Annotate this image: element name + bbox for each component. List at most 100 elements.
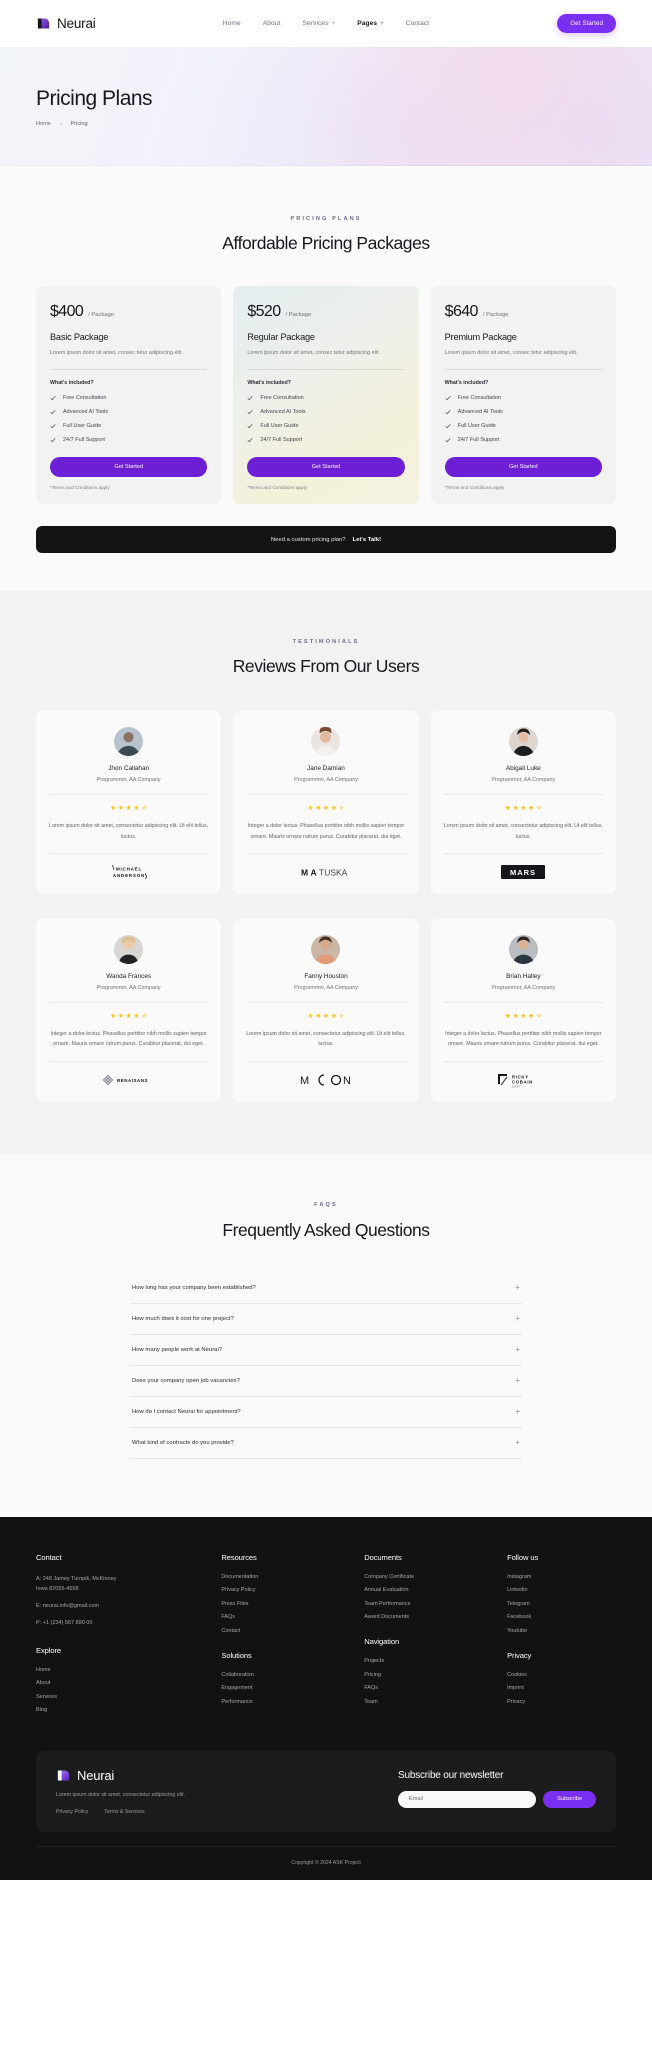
footer-link-privacy-policy[interactable]: Privacy Policy bbox=[221, 1587, 354, 1593]
footer-link-home[interactable]: Home bbox=[36, 1667, 211, 1673]
avatar bbox=[114, 935, 144, 965]
plan-name: Regular Package bbox=[247, 332, 315, 342]
testimonial-name: Wanda Frances bbox=[106, 973, 152, 981]
feature-item: Full User Guide bbox=[50, 423, 207, 429]
footer-link-linkedin[interactable]: Linkedin bbox=[507, 1587, 616, 1593]
footer-link-team-performance[interactable]: Team Performance bbox=[364, 1601, 497, 1607]
nav-item-pages[interactable]: Pages + bbox=[357, 20, 384, 27]
faq-item[interactable]: Does your company open job vacancies? + bbox=[130, 1366, 522, 1397]
star-half-icon: ★ bbox=[535, 1013, 543, 1021]
avatar-image bbox=[114, 935, 144, 965]
svg-text:TUSKA: TUSKA bbox=[319, 867, 348, 877]
email-input[interactable] bbox=[398, 1790, 537, 1808]
included-label: What's included? bbox=[50, 380, 94, 387]
footer-columns: Contact A: 248 Jamey Turnpik, McKinney I… bbox=[36, 1553, 616, 1721]
footer-link-imprint[interactable]: Imprint bbox=[507, 1685, 616, 1691]
faq-item[interactable]: How long has your company been establish… bbox=[130, 1273, 522, 1304]
footer-link-team[interactable]: Team bbox=[364, 1699, 497, 1705]
check-icon bbox=[50, 424, 56, 429]
footer-link-company-certificate[interactable]: Company Certificate bbox=[364, 1574, 497, 1580]
nav-item-about[interactable]: About bbox=[263, 20, 281, 27]
plan-get-started-button[interactable]: Get Started bbox=[50, 457, 208, 478]
feature-label: Advanced AI Tools bbox=[63, 409, 109, 416]
star-icon: ★ bbox=[125, 1013, 132, 1021]
footer-link-instagram[interactable]: Instagram bbox=[507, 1574, 616, 1580]
star-half-icon: ★ bbox=[141, 805, 148, 813]
footer-link-pricing[interactable]: Pricing bbox=[364, 1672, 497, 1678]
terms-services-link[interactable]: Terms & Services bbox=[104, 1809, 144, 1815]
nav-item-services[interactable]: Services + bbox=[303, 20, 336, 27]
get-started-button[interactable]: Get Started bbox=[557, 14, 616, 33]
footer-link-blog[interactable]: Blog bbox=[36, 1707, 211, 1713]
check-icon bbox=[445, 438, 451, 443]
footer-link-services[interactable]: Services bbox=[36, 1694, 211, 1700]
star-icon: ★ bbox=[512, 805, 519, 813]
renaisans-logo-icon: RENAISANS bbox=[101, 1073, 147, 1086]
privacy-policy-link[interactable]: Privacy Policy bbox=[56, 1809, 88, 1815]
newsletter-brand-block: Neurai Lorem ipsum dolor sit amet, conse… bbox=[56, 1768, 378, 1815]
footer-link-performance[interactable]: Performance bbox=[221, 1699, 354, 1705]
star-half-icon: ★ bbox=[535, 805, 543, 813]
nav-item-label: Pages bbox=[357, 20, 378, 27]
subscribe-button[interactable]: Subscribe bbox=[543, 1790, 596, 1808]
svg-text:N: N bbox=[343, 1075, 351, 1087]
footer-link-faqs[interactable]: FAQs bbox=[221, 1614, 354, 1620]
nav-item-label: Services bbox=[302, 20, 329, 27]
signature-logo-icon: MICHAEL ANDERSON bbox=[111, 865, 147, 880]
footer-link-contact[interactable]: Contact bbox=[221, 1628, 354, 1634]
client-logo: M A TUSKA bbox=[300, 864, 352, 880]
faq-item[interactable]: How much does it cost for one project? + bbox=[130, 1304, 522, 1335]
footer-link-facebook[interactable]: Facebook bbox=[507, 1614, 616, 1620]
nav-item-home[interactable]: Home bbox=[223, 20, 241, 27]
footer-link-about[interactable]: About bbox=[36, 1680, 211, 1686]
pricing-title: Affordable Pricing Packages bbox=[222, 233, 430, 253]
footer-link-faqs-nav[interactable]: FAQs bbox=[364, 1685, 497, 1691]
plan-get-started-button[interactable]: Get Started bbox=[247, 457, 405, 478]
footer-link-engagement[interactable]: Engagement bbox=[221, 1685, 354, 1691]
testimonial-text: Integer a dolor lectus. Phasellus portti… bbox=[445, 1031, 602, 1048]
nav-item-contact[interactable]: Contact bbox=[406, 20, 429, 27]
contact-line: A: 248 Jamey Turnpik, McKinney bbox=[36, 1575, 117, 1582]
footer-link-privacy[interactable]: Privacy bbox=[507, 1699, 616, 1705]
footer-heading: Navigation bbox=[364, 1637, 400, 1647]
footer-brand-logo[interactable]: Neurai bbox=[56, 1768, 378, 1783]
breadcrumb-home[interactable]: Home bbox=[36, 121, 51, 127]
star-icon: ★ bbox=[133, 1013, 140, 1021]
faq-item[interactable]: What kind of contracts do you provide? + bbox=[130, 1428, 522, 1459]
footer-heading: Resources bbox=[221, 1552, 257, 1562]
footer-col-follow: Follow us Instagram Linkedin Telegram Fa… bbox=[507, 1553, 616, 1721]
feature-item: Full User Guide bbox=[247, 423, 404, 429]
avatar bbox=[311, 727, 341, 757]
footer-link-press-files[interactable]: Press Files bbox=[221, 1601, 354, 1607]
testimonial-name: Brian Halley bbox=[506, 973, 541, 981]
testimonials-grid: Jhon Callahan Programmer, AA Company ★ ★ ★… bbox=[36, 711, 616, 1102]
faq-item[interactable]: How many people work at Neurai? + bbox=[130, 1335, 522, 1366]
star-icon: ★ bbox=[520, 1013, 527, 1021]
brand-logo[interactable]: Neurai bbox=[36, 16, 96, 31]
pricing-eyebrow: PRICING PLANS bbox=[290, 216, 362, 222]
lets-talk-link[interactable]: Let's Talk! bbox=[353, 537, 381, 543]
check-icon bbox=[247, 410, 253, 415]
pricing-plans: $400 / Package Basic Package Lorem ipsum… bbox=[36, 286, 616, 505]
divider bbox=[443, 1060, 603, 1062]
footer-link-youtube[interactable]: Youtube bbox=[507, 1628, 616, 1634]
faq-item[interactable]: How do I contact Neurai for appointment?… bbox=[130, 1397, 522, 1428]
rating-stars: ★ ★ ★ ★ ★ bbox=[505, 805, 542, 812]
footer-link-telegram[interactable]: Telegram bbox=[507, 1601, 616, 1607]
footer-link-collaboration[interactable]: Collaboration bbox=[221, 1672, 354, 1678]
plus-icon: + bbox=[515, 1344, 520, 1354]
star-half-icon: ★ bbox=[338, 1013, 345, 1021]
footer-link-projects[interactable]: Projects bbox=[364, 1658, 497, 1664]
plan-description: Lorem ipsum dolor sit amet, consec tetur… bbox=[247, 350, 381, 356]
footer-link-cookies[interactable]: Cookies bbox=[507, 1672, 616, 1678]
footer-link-documentation[interactable]: Documentation bbox=[221, 1574, 354, 1580]
footer-link-award-documents[interactable]: Award Documents bbox=[364, 1614, 497, 1620]
feature-label: Advanced AI Tools bbox=[457, 409, 503, 416]
star-icon: ★ bbox=[307, 1013, 314, 1021]
client-logo: MICHAEL ANDERSON bbox=[106, 864, 152, 880]
check-icon bbox=[445, 424, 451, 429]
pricing-section: PRICING PLANS Affordable Pricing Package… bbox=[0, 166, 652, 592]
footer-link-annual-evaluation[interactable]: Annual Evaluation bbox=[364, 1587, 497, 1593]
plan-get-started-button[interactable]: Get Started bbox=[444, 457, 602, 478]
testimonial-text: Integer a dolor lectus. Phasellus portti… bbox=[50, 1031, 207, 1048]
